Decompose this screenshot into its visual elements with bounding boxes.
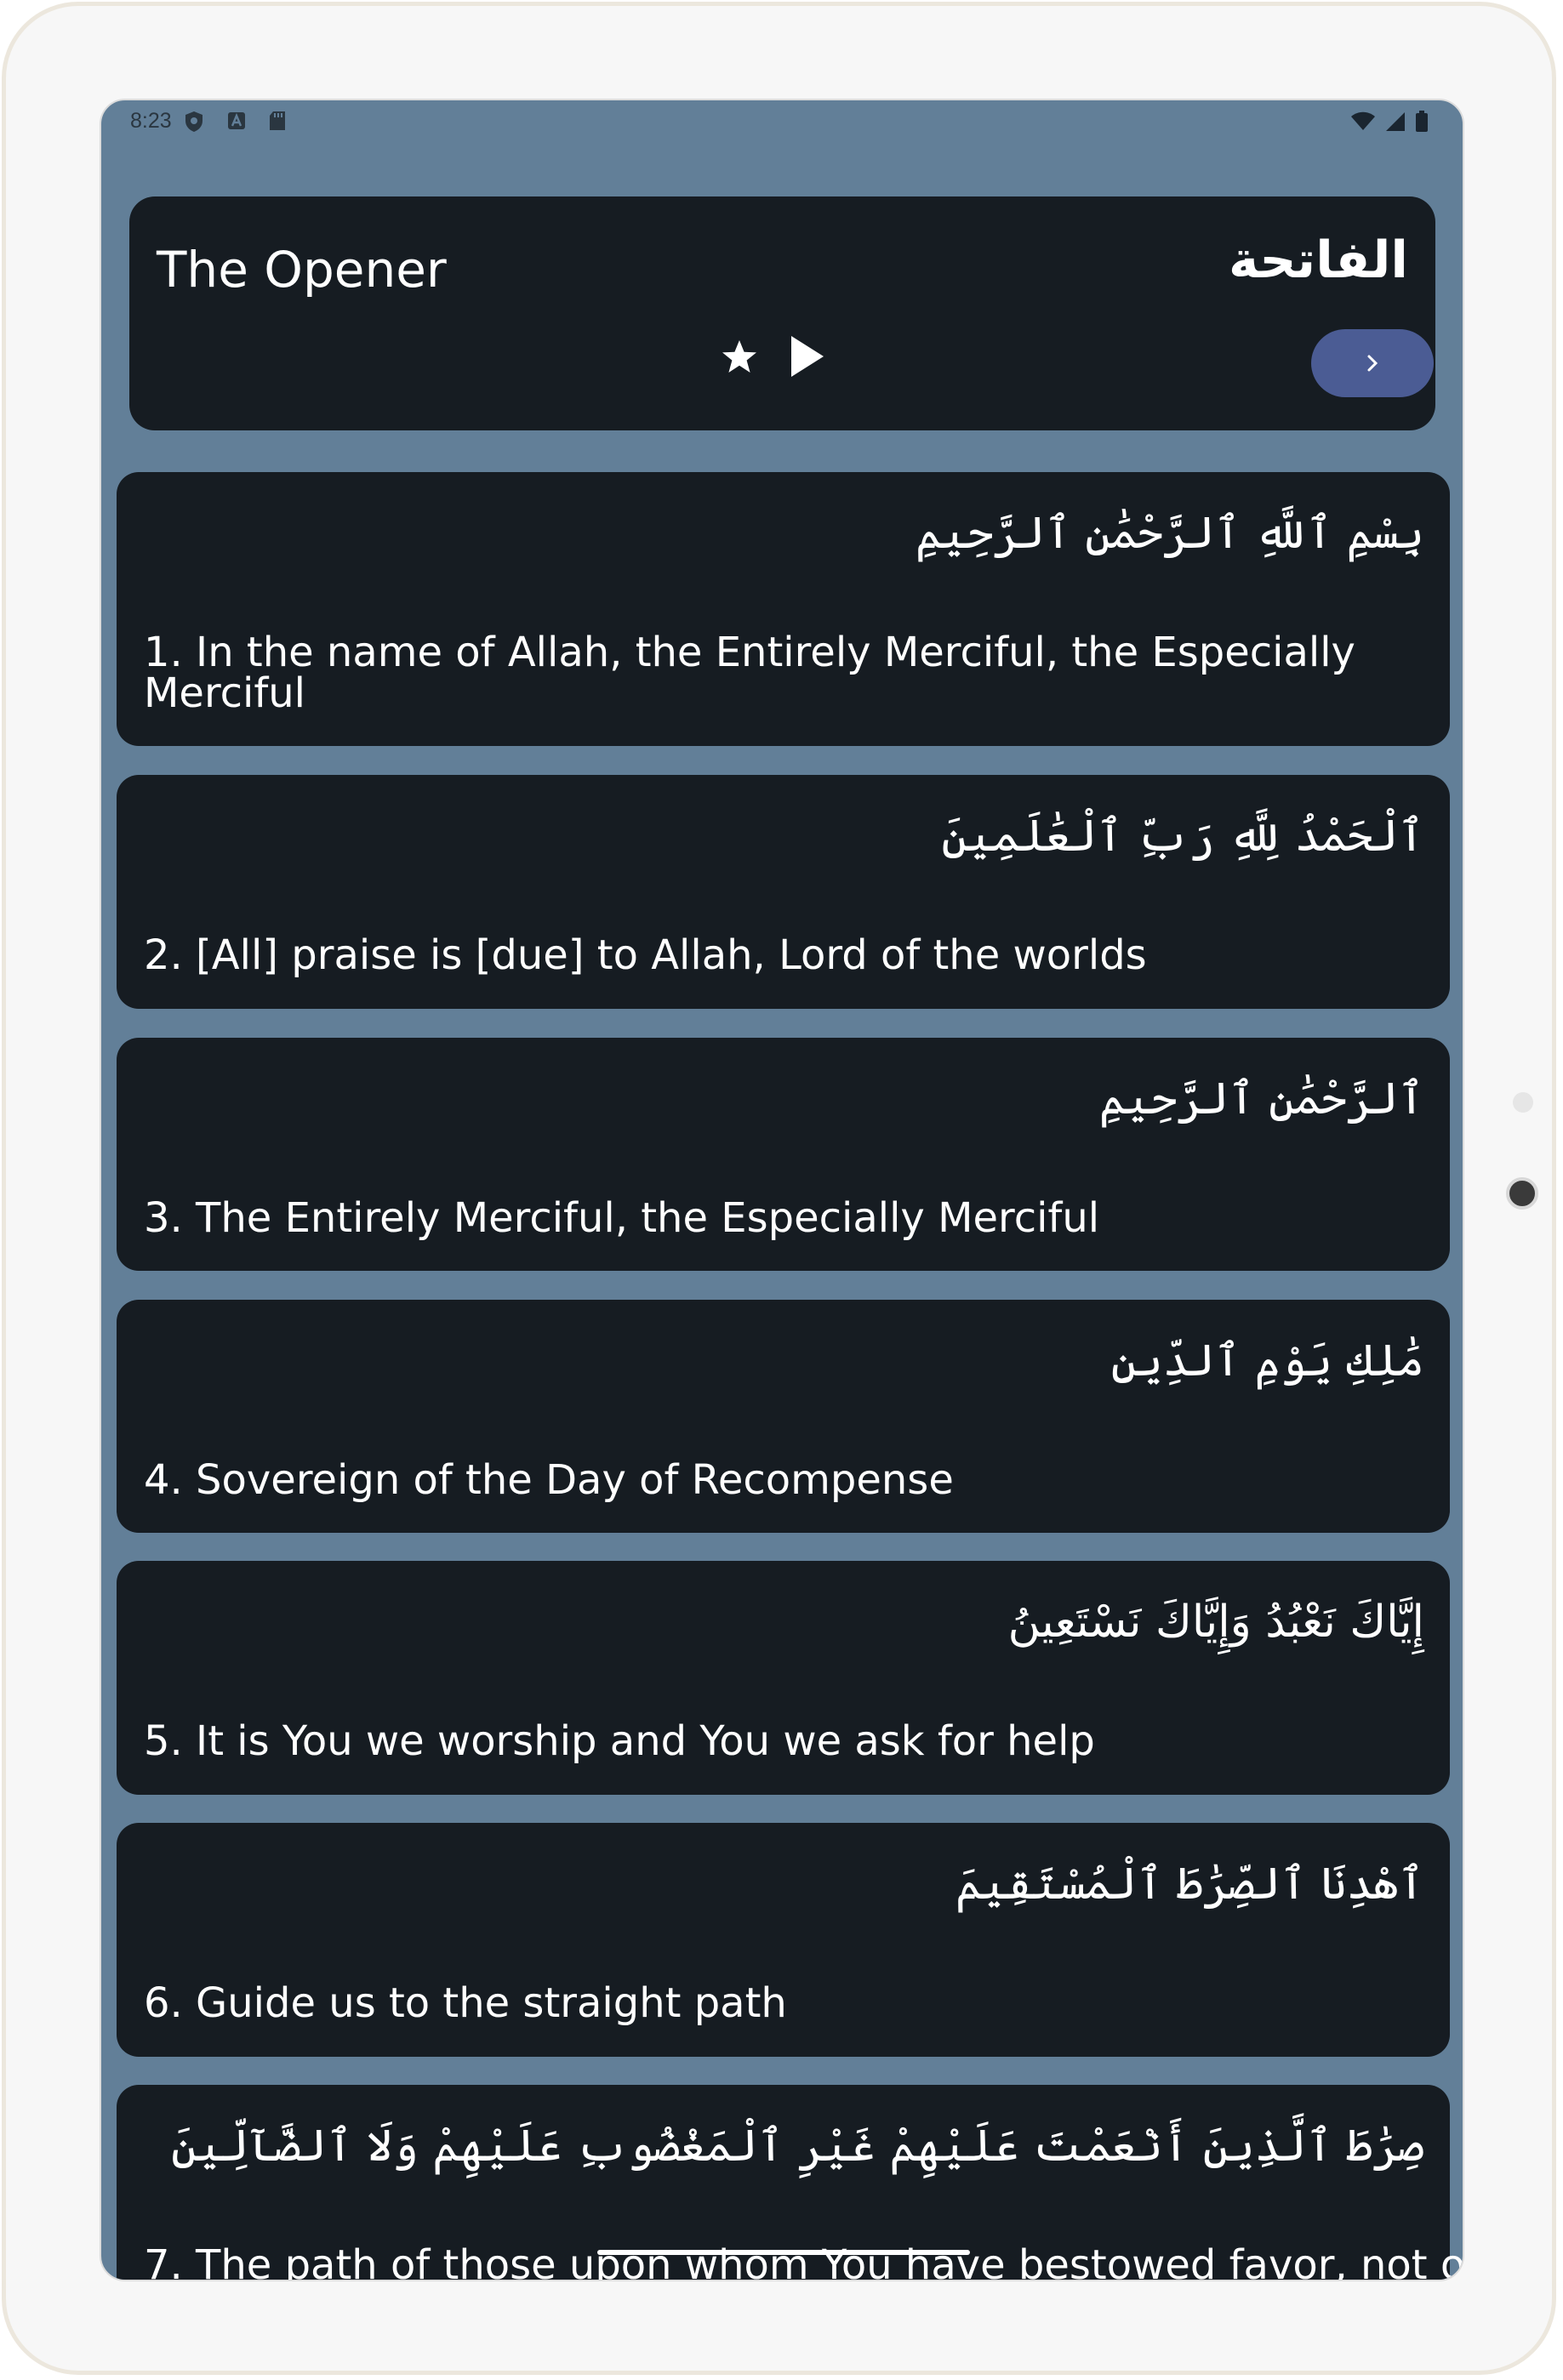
play-icon[interactable] (786, 333, 827, 380)
verse-arabic: مَٰلِكِ يَوْمِ ٱلدِّينِ (1110, 1335, 1424, 1386)
verse-translation: 5. It is You we worship and You we ask f… (144, 1717, 1095, 1765)
verse-card-3[interactable]: ٱلرَّحْمَٰنِ ٱلرَّحِيمِ 3. The Entirely … (117, 1038, 1450, 1271)
surah-header-card: The Opener الفاتحة (129, 196, 1435, 430)
verse-translation: 4. Sovereign of the Day of Recompense (144, 1456, 954, 1504)
verse-card-1[interactable]: بِسْمِ ٱللَّهِ ٱلرَّحْمَٰنِ ٱلرَّحِيمِ 1… (117, 472, 1450, 746)
verse-card-5[interactable]: إِيَّاكَ نَعْبُدُ وَإِيَّاكَ نَسْتَعِينُ… (117, 1561, 1450, 1795)
verse-arabic: ٱلرَّحْمَٰنِ ٱلرَّحِيمِ (1098, 1073, 1424, 1125)
status-time: 8:23 (130, 109, 172, 133)
verse-translation: 2. [All] praise is [due] to Allah, Lord … (144, 931, 1147, 979)
verse-arabic: صِرَٰطَ ٱلَّذِينَ أَنْعَمْتَ عَلَيْهِمْ … (171, 2121, 1424, 2172)
verse-arabic: بِسْمِ ٱللَّهِ ٱلرَّحْمَٰنِ ٱلرَّحِيمِ (915, 508, 1424, 559)
shield-icon (185, 111, 203, 132)
verse-translation: 6. Guide us to the straight path (144, 1979, 787, 2027)
verse-translation: 1. In the name of Allah, the Entirely Me… (144, 629, 1355, 717)
gesture-home-bar[interactable] (597, 2250, 970, 2255)
surah-title-english: The Opener (157, 241, 447, 299)
app-screen: 8:23 The Opener الفاتحة بِسْمِ ٱللَّهِ ٱ… (100, 99, 1464, 2281)
surah-title-arabic: الفاتحة (1229, 231, 1408, 290)
verse-arabic: ٱهْدِنَا ٱلصِّرَٰطَ ٱلْمُسْتَقِيمَ (955, 1859, 1424, 1910)
status-bar: 8:23 (101, 100, 1463, 145)
chevron-right-icon (1367, 355, 1378, 372)
sd-card-icon (270, 111, 285, 130)
side-camera (1506, 1177, 1538, 1210)
next-surah-button[interactable] (1311, 329, 1434, 397)
side-sensor (1513, 1092, 1533, 1113)
a-badge-icon (228, 112, 245, 129)
signal-icon (1386, 112, 1405, 131)
verse-card-2[interactable]: ٱلْحَمْدُ لِلَّهِ رَبِّ ٱلْعَٰلَمِينَ 2.… (117, 775, 1450, 1009)
verse-translation: 3. The Entirely Merciful, the Especially… (144, 1194, 1100, 1242)
verse-card-4[interactable]: مَٰلِكِ يَوْمِ ٱلدِّينِ 4. Sovereign of … (117, 1300, 1450, 1533)
verse-arabic: ٱلْحَمْدُ لِلَّهِ رَبِّ ٱلْعَٰلَمِينَ (941, 811, 1424, 862)
status-right-icons (1350, 111, 1429, 133)
battery-icon (1416, 111, 1428, 132)
verse-arabic: إِيَّاكَ نَعْبُدُ وَإِيَّاكَ نَسْتَعِينُ (1007, 1597, 1424, 1648)
wifi-icon (1351, 111, 1375, 130)
star-icon[interactable] (720, 338, 759, 377)
verse-card-6[interactable]: ٱهْدِنَا ٱلصِّرَٰطَ ٱلْمُسْتَقِيمَ 6. Gu… (117, 1823, 1450, 2057)
